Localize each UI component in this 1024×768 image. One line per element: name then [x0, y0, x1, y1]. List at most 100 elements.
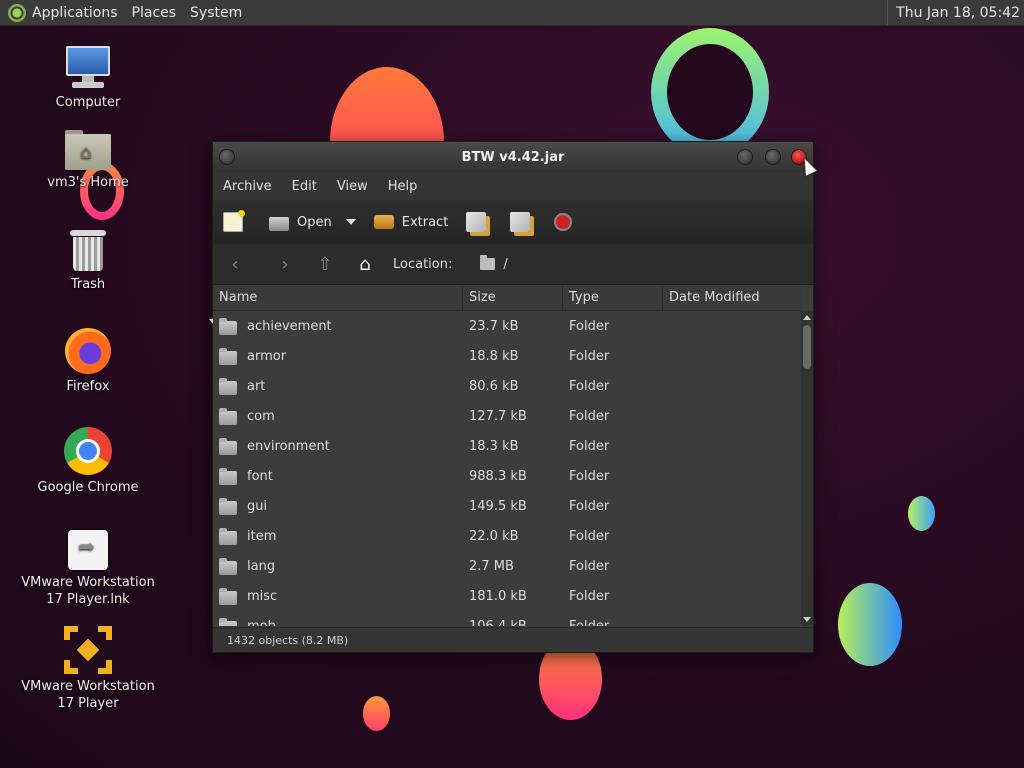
status-bar: 1432 objects (8.2 MB) — [213, 627, 813, 652]
panel-menu-places[interactable]: Places — [132, 5, 177, 21]
file-list: achievement 23.7 kB Folder armor 18.8 kB Fold… — [213, 311, 801, 626]
desktop-icon-chrome[interactable]: Google Chrome — [18, 427, 158, 496]
home-folder-icon: ⌂ — [65, 130, 111, 170]
menu-help[interactable]: Help — [378, 179, 428, 194]
column-header-type[interactable]: Type — [563, 286, 663, 310]
panel-clock[interactable]: Thu Jan 18, 05:42 — [887, 0, 1024, 25]
desktop-icon-vmware-lnk[interactable]: ➦ VMware Workstation 17 Player.lnk — [18, 530, 158, 608]
wallpaper-small-green-blob — [908, 496, 935, 531]
cell-size: 2.7 MB — [469, 558, 514, 574]
home-icon[interactable]: ⌂ — [353, 252, 377, 276]
column-header: Name Size Type Date Modified — [209, 286, 801, 325]
vmware-icon — [64, 626, 112, 674]
column-header-name[interactable]: Name — [209, 286, 463, 325]
scroll-up-arrow-icon[interactable] — [803, 315, 811, 320]
location-bar: ‹ › ⇧ ⌂ Location: / — [213, 244, 813, 285]
column-header-date[interactable]: Date Modified — [663, 286, 801, 310]
cell-type: Folder — [569, 498, 610, 514]
extract-icon — [373, 215, 394, 229]
desktop-icon-trash[interactable]: Trash — [18, 230, 158, 293]
cell-size: 127.7 kB — [469, 408, 527, 424]
desktop-icon-computer[interactable]: Computer — [18, 46, 158, 111]
mate-logo-icon[interactable] — [8, 3, 26, 22]
table-row[interactable]: mob 106.4 kB Folder — [213, 611, 801, 626]
table-row[interactable]: gui 149.5 kB Folder — [213, 491, 801, 521]
add-folder-button[interactable] — [510, 212, 538, 232]
cell-size: 988.3 kB — [469, 468, 527, 484]
table-row[interactable]: misc 181.0 kB Folder — [213, 581, 801, 611]
desktop-icon-firefox[interactable]: Firefox — [18, 328, 158, 395]
desktop-icon-label: VMware Workstation 17 Player.lnk — [21, 575, 155, 607]
desktop-icon-vmware[interactable]: VMware Workstation 17 Player — [18, 626, 158, 712]
table-row[interactable]: item 22.0 kB Folder — [213, 521, 801, 551]
location-label: Location: — [393, 256, 453, 272]
extract-label: Extract — [401, 214, 449, 230]
desktop-icon-label: Firefox — [66, 379, 110, 394]
extract-button[interactable]: Extract — [373, 214, 449, 230]
window-titlebar[interactable]: BTW v4.42.jar — [213, 142, 813, 172]
cell-type: Folder — [569, 378, 610, 394]
window-title: BTW v4.42.jar — [461, 149, 565, 165]
cell-size: 80.6 kB — [469, 378, 519, 394]
folder-icon — [219, 347, 237, 365]
wallpaper-blue-blob — [838, 583, 902, 666]
wallpaper-green-ring — [651, 28, 769, 156]
menu-view[interactable]: View — [327, 179, 378, 194]
desktop-icon-home[interactable]: ⌂ vm3's Home — [18, 130, 158, 191]
panel-menu-applications[interactable]: Applications — [32, 5, 118, 21]
vertical-scrollbar[interactable] — [801, 311, 813, 626]
folder-icon — [219, 497, 237, 515]
firefox-icon — [65, 328, 111, 374]
cell-size: 22.0 kB — [469, 528, 519, 544]
table-row[interactable]: achievement 23.7 kB Folder — [213, 311, 801, 341]
table-row[interactable]: font 988.3 kB Folder — [213, 461, 801, 491]
scroll-down-arrow-icon[interactable] — [803, 617, 811, 622]
row-name: com — [247, 408, 275, 424]
back-icon[interactable]: ‹ — [223, 252, 247, 276]
chevron-down-icon[interactable] — [345, 219, 356, 225]
cell-name: mob — [213, 617, 463, 626]
scrollbar-thumb[interactable] — [803, 325, 811, 369]
minimize-button[interactable] — [737, 149, 753, 165]
column-header-size[interactable]: Size — [463, 286, 563, 310]
toolbar: Open Extract — [213, 200, 813, 245]
table-row[interactable]: armor 18.8 kB Folder — [213, 341, 801, 371]
menu-archive[interactable]: Archive — [213, 179, 282, 194]
panel-menu-system[interactable]: System — [190, 5, 242, 21]
cell-name: item — [213, 527, 463, 545]
table-row[interactable]: art 80.6 kB Folder — [213, 371, 801, 401]
shortcut-icon: ➦ — [68, 530, 108, 570]
up-icon[interactable]: ⇧ — [313, 252, 337, 276]
table-row[interactable]: com 127.7 kB Folder — [213, 401, 801, 431]
desktop-icon-label: Google Chrome — [37, 480, 139, 495]
cell-type: Folder — [569, 618, 610, 627]
desktop-icon-label: Computer — [55, 95, 121, 110]
table-row[interactable]: lang 2.7 MB Folder — [213, 551, 801, 581]
add-files-button[interactable] — [466, 212, 494, 232]
cell-name: environment — [213, 437, 463, 455]
table-row[interactable]: environment 18.3 kB Folder — [213, 431, 801, 461]
location-path[interactable]: / — [480, 255, 508, 272]
cell-name: armor — [213, 347, 463, 365]
cell-size: 23.7 kB — [469, 318, 519, 334]
top-panel: Applications Places System Thu Jan 18, 0… — [0, 0, 1024, 26]
cell-type: Folder — [569, 438, 610, 454]
chrome-icon — [64, 427, 112, 475]
stop-button[interactable] — [554, 213, 580, 231]
new-archive-button[interactable] — [223, 210, 251, 232]
forward-icon[interactable]: › — [273, 252, 297, 276]
row-name: environment — [247, 438, 330, 454]
cell-type: Folder — [569, 468, 610, 484]
maximize-button[interactable] — [765, 149, 781, 165]
cell-name: com — [213, 407, 463, 425]
cell-name: art — [213, 377, 463, 395]
cell-name: achievement — [213, 317, 463, 335]
add-folder-icon — [510, 212, 531, 232]
open-button[interactable]: Open — [269, 213, 356, 231]
folder-icon — [219, 377, 237, 395]
cell-name: lang — [213, 557, 463, 575]
cell-name: font — [213, 467, 463, 485]
folder-icon — [219, 437, 237, 455]
window-menu-icon[interactable] — [219, 149, 235, 165]
menu-edit[interactable]: Edit — [282, 179, 327, 194]
